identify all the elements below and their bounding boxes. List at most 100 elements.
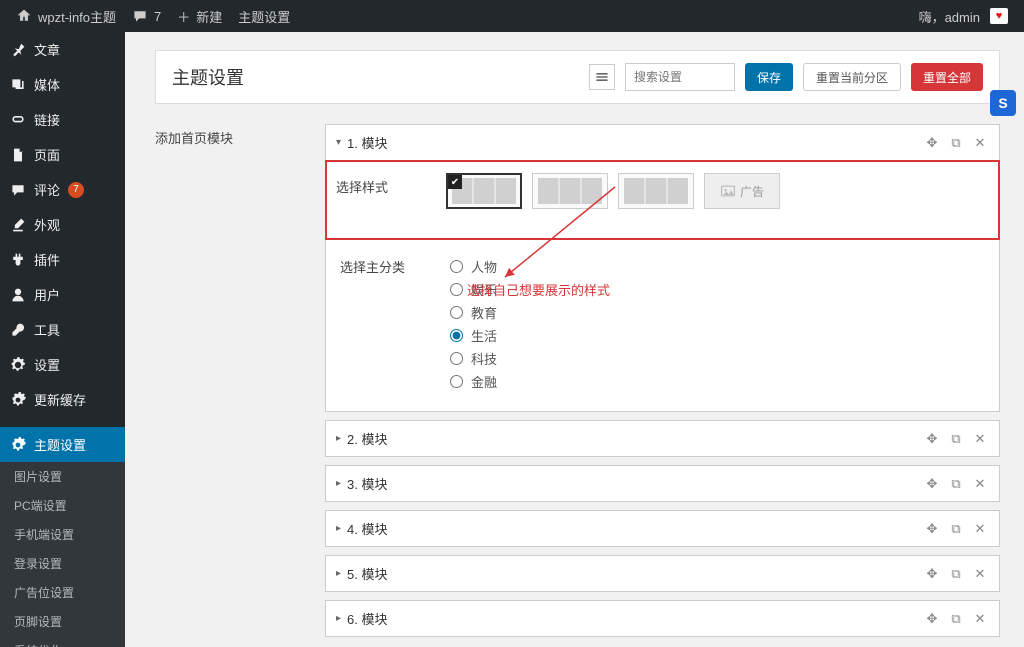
content-area: S 主题设置 保存 重置当前分区 重置全部 添加首页模块 ▾ 1. 模块 ✥ ⧉… <box>125 32 1024 647</box>
sidebar-item-10[interactable]: 更新缓存 <box>0 382 125 417</box>
radio-input[interactable] <box>450 375 463 388</box>
chevron-right-icon: ▸ <box>336 613 341 624</box>
sidebar-item-3[interactable]: 页面 <box>0 137 125 172</box>
plus-icon: ＋ <box>177 7 190 26</box>
style-option-3[interactable] <box>618 173 694 209</box>
move-icon[interactable]: ✥ <box>923 566 941 582</box>
category-option[interactable]: 教育 <box>450 303 497 322</box>
reset-section-button[interactable]: 重置当前分区 <box>803 63 901 91</box>
section-label: 添加首页模块 <box>155 124 305 147</box>
module-header[interactable]: ▸ 5. 模块 ✥ ⧉ ✕ <box>326 556 999 591</box>
module-title: 4. 模块 <box>347 519 923 538</box>
sidebar-item-7[interactable]: 用户 <box>0 277 125 312</box>
category-option[interactable]: 娱乐 <box>450 280 497 299</box>
page-title: 主题设置 <box>172 64 579 90</box>
category-option[interactable]: 人物 <box>450 257 497 276</box>
floating-logo[interactable]: S <box>990 90 1016 116</box>
clone-icon[interactable]: ⧉ <box>947 431 965 447</box>
category-option[interactable]: 科技 <box>450 349 497 368</box>
radio-input[interactable] <box>450 283 463 296</box>
adminbar-site[interactable]: wpzt-info主题 <box>8 0 124 32</box>
adminbar-user[interactable]: 嗨，admin ♥ <box>911 0 1016 32</box>
category-option[interactable]: 金融 <box>450 372 497 391</box>
radio-input[interactable] <box>450 306 463 319</box>
move-icon[interactable]: ✥ <box>923 135 941 151</box>
module-1: ▾ 1. 模块 ✥ ⧉ ✕ 选择样式 ✔ 广告 选择主分类 人物娱乐教育生活科技… <box>325 124 1000 412</box>
sidebar-item-5[interactable]: 外观 <box>0 207 125 242</box>
sidebar-item-6[interactable]: 插件 <box>0 242 125 277</box>
sidebar-item-4[interactable]: 评论7 <box>0 172 125 207</box>
move-icon[interactable]: ✥ <box>923 476 941 492</box>
move-icon[interactable]: ✥ <box>923 611 941 627</box>
module-header[interactable]: ▸ 6. 模块 ✥ ⧉ ✕ <box>326 601 999 636</box>
submenu-item-2[interactable]: 手机端设置 <box>0 520 125 549</box>
category-section-label: 选择主分类 <box>340 253 450 395</box>
style-option-1[interactable]: ✔ <box>446 173 522 209</box>
submenu-item-6[interactable]: 系统优化 <box>0 636 125 647</box>
close-icon[interactable]: ✕ <box>971 566 989 582</box>
comment-icon <box>132 8 148 24</box>
category-label: 金融 <box>471 372 497 391</box>
sidebar-item-label: 主题设置 <box>34 435 86 454</box>
submenu-item-1[interactable]: PC端设置 <box>0 491 125 520</box>
style-options: ✔ 广告 <box>446 173 780 209</box>
chevron-down-icon: ▾ <box>336 137 341 148</box>
home-icon <box>16 8 32 24</box>
close-icon[interactable]: ✕ <box>971 521 989 537</box>
submenu-item-3[interactable]: 登录设置 <box>0 549 125 578</box>
close-icon[interactable]: ✕ <box>971 431 989 447</box>
radio-input[interactable] <box>450 329 463 342</box>
page-icon <box>10 147 26 163</box>
clone-icon[interactable]: ⧉ <box>947 521 965 537</box>
sidebar-item-0[interactable]: 文章 <box>0 32 125 67</box>
module-header[interactable]: ▸ 2. 模块 ✥ ⧉ ✕ <box>326 421 999 456</box>
category-option[interactable]: 生活 <box>450 326 497 345</box>
tool-icon <box>10 322 26 338</box>
clone-icon[interactable]: ⧉ <box>947 566 965 582</box>
sidebar-item-9[interactable]: 设置 <box>0 347 125 382</box>
module-header[interactable]: ▸ 3. 模块 ✥ ⧉ ✕ <box>326 466 999 501</box>
radio-input[interactable] <box>450 260 463 273</box>
close-icon[interactable]: ✕ <box>971 611 989 627</box>
module-4: ▸ 4. 模块 ✥ ⧉ ✕ <box>325 510 1000 547</box>
clone-icon[interactable]: ⧉ <box>947 135 965 151</box>
sidebar-item-2[interactable]: 链接 <box>0 102 125 137</box>
module-body: 选择样式 ✔ 广告 选择主分类 人物娱乐教育生活科技金融 <box>326 160 999 411</box>
check-icon: ✔ <box>448 175 462 189</box>
sidebar-item-label: 工具 <box>34 320 60 339</box>
adminbar-theme-label: 主题设置 <box>238 7 290 26</box>
search-input[interactable] <box>625 63 735 91</box>
expand-all-button[interactable] <box>589 64 615 90</box>
module-header[interactable]: ▸ 4. 模块 ✥ ⧉ ✕ <box>326 511 999 546</box>
module-header[interactable]: ▾ 1. 模块 ✥ ⧉ ✕ <box>326 125 999 160</box>
submenu-item-0[interactable]: 图片设置 <box>0 462 125 491</box>
move-icon[interactable]: ✥ <box>923 521 941 537</box>
sidebar-item-11[interactable]: 主题设置 <box>0 427 125 462</box>
style-option-ad[interactable]: 广告 <box>704 173 780 209</box>
link-icon <box>10 112 26 128</box>
adminbar-site-label: wpzt-info主题 <box>38 7 116 26</box>
close-icon[interactable]: ✕ <box>971 476 989 492</box>
sidebar-item-8[interactable]: 工具 <box>0 312 125 347</box>
sidebar-item-1[interactable]: 媒体 <box>0 67 125 102</box>
style-option-2[interactable] <box>532 173 608 209</box>
adminbar-theme-settings[interactable]: 主题设置 <box>230 0 298 32</box>
reset-all-button[interactable]: 重置全部 <box>911 63 983 91</box>
move-icon[interactable]: ✥ <box>923 431 941 447</box>
clone-icon[interactable]: ⧉ <box>947 611 965 627</box>
category-label: 人物 <box>471 257 497 276</box>
module-title: 6. 模块 <box>347 609 923 628</box>
close-icon[interactable]: ✕ <box>971 135 989 151</box>
submenu-item-4[interactable]: 广告位设置 <box>0 578 125 607</box>
sidebar-item-label: 用户 <box>34 285 60 304</box>
category-label: 教育 <box>471 303 497 322</box>
module-title: 2. 模块 <box>347 429 923 448</box>
adminbar-comments[interactable]: 7 <box>124 0 169 32</box>
category-label: 娱乐 <box>471 280 497 299</box>
clone-icon[interactable]: ⧉ <box>947 476 965 492</box>
save-button[interactable]: 保存 <box>745 63 793 91</box>
radio-input[interactable] <box>450 352 463 365</box>
submenu-item-5[interactable]: 页脚设置 <box>0 607 125 636</box>
sidebar-item-label: 设置 <box>34 355 60 374</box>
adminbar-new[interactable]: ＋ 新建 <box>169 0 230 32</box>
